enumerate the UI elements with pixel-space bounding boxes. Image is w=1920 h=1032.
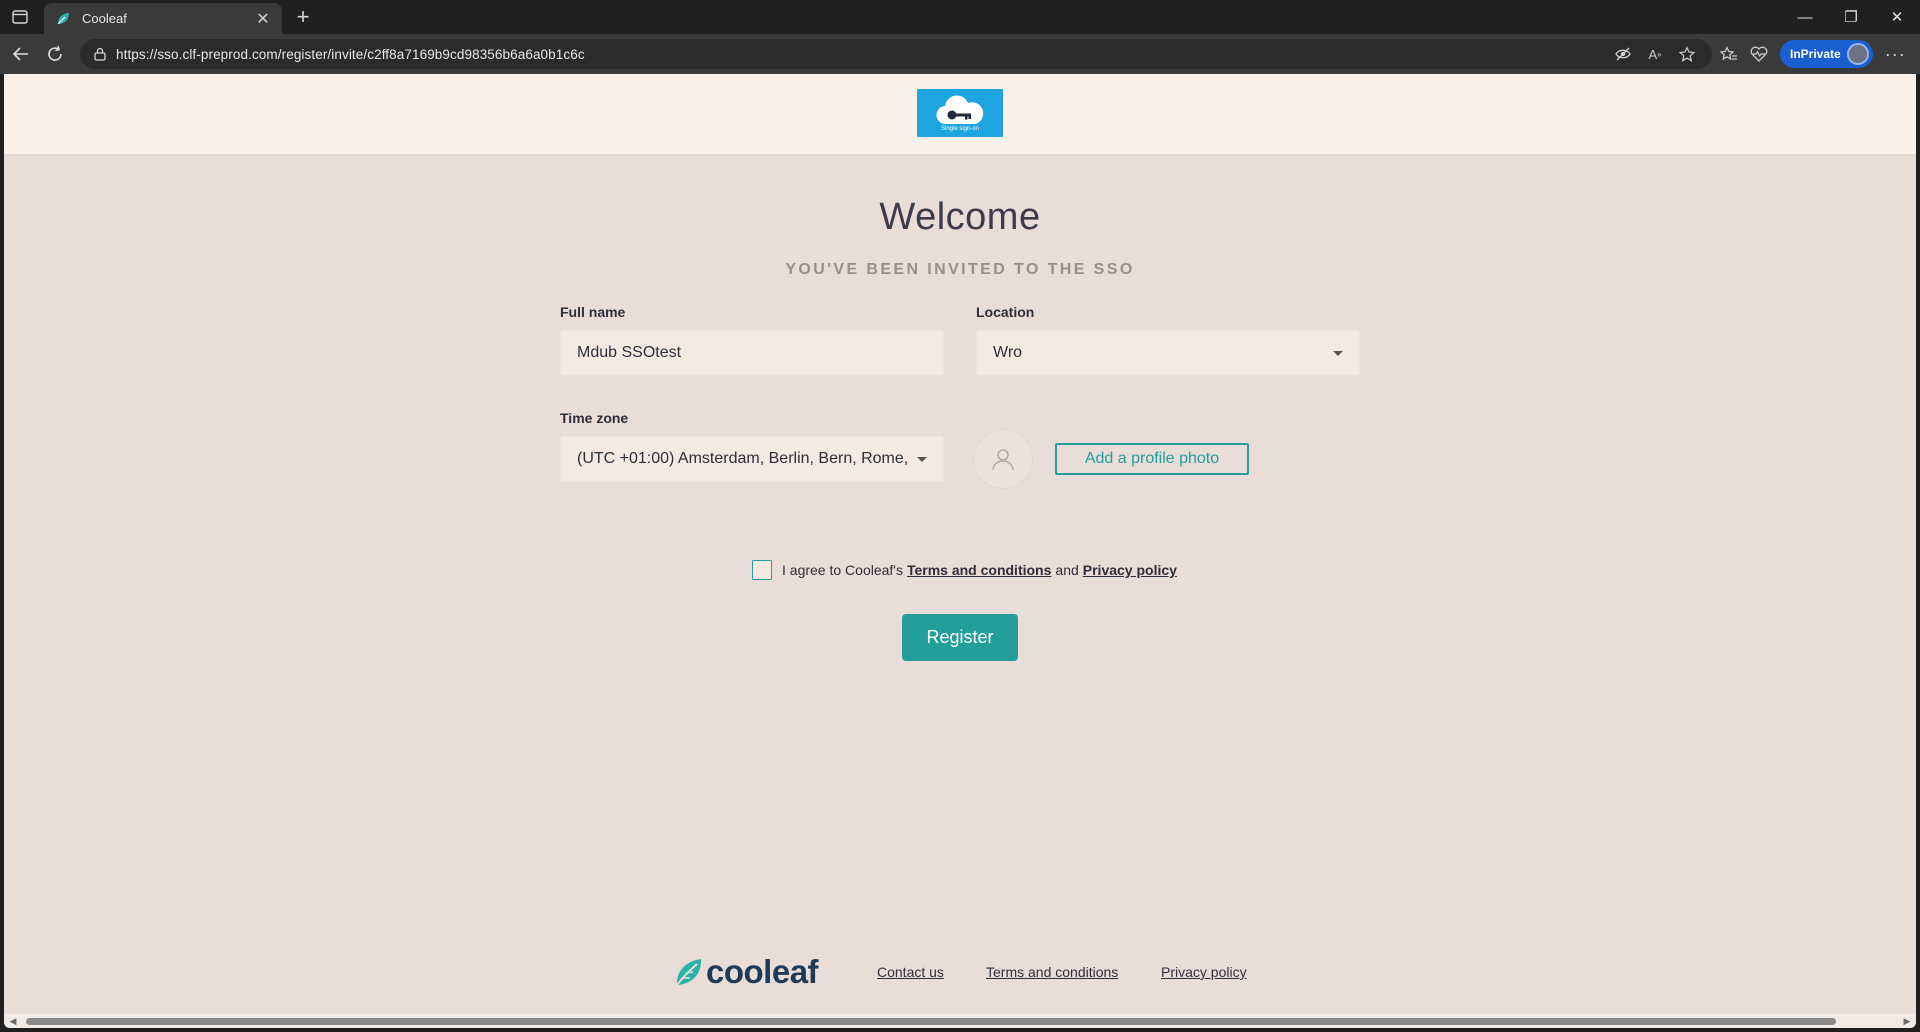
- terms-agreement-row: I agree to Cooleaf's Terms and condition…: [752, 558, 1177, 582]
- browser-tab-cooleaf[interactable]: Cooleaf ✕: [44, 3, 282, 34]
- read-aloud-icon[interactable]: A»: [1646, 45, 1664, 63]
- terms-checkbox[interactable]: [752, 560, 772, 580]
- site-header: Single sign-on: [4, 74, 1916, 154]
- inprivate-label: InPrivate: [1790, 47, 1841, 61]
- scroll-right-icon[interactable]: ▶: [1902, 1016, 1912, 1026]
- cooleaf-leaf-icon: [676, 959, 702, 986]
- scrollbar-thumb[interactable]: [26, 1018, 1836, 1025]
- url-text[interactable]: https://sso.clf-preprod.com/register/inv…: [116, 47, 585, 62]
- new-tab-button[interactable]: +: [290, 4, 316, 30]
- favorite-star-icon[interactable]: [1678, 45, 1696, 63]
- footer-terms-link[interactable]: Terms and conditions: [986, 964, 1118, 980]
- tab-actions-icon[interactable]: [8, 6, 32, 28]
- footer-contact-link[interactable]: Contact us: [877, 964, 944, 980]
- page-viewport: Single sign-on Welcome YOU'VE BEEN INVIT…: [4, 74, 1916, 1028]
- full-name-label: Full name: [560, 304, 626, 320]
- profile-photo-placeholder[interactable]: [973, 429, 1033, 489]
- user-icon: [992, 449, 1014, 471]
- terms-link[interactable]: Terms and conditions: [907, 562, 1051, 578]
- address-toolbar: https://sso.clf-preprod.com/register/inv…: [0, 34, 1920, 74]
- minimize-button[interactable]: —: [1782, 0, 1828, 34]
- tab-close-icon[interactable]: ✕: [254, 9, 272, 29]
- restore-button[interactable]: ❐: [1828, 0, 1874, 34]
- url-bar-icons: A»: [1614, 39, 1696, 69]
- window-controls: — ❐ ✕: [1782, 0, 1920, 34]
- add-profile-photo-button[interactable]: Add a profile photo: [1055, 443, 1249, 475]
- footer-brand-text: cooleaf: [706, 953, 819, 990]
- profile-avatar-icon: [1846, 43, 1869, 65]
- cooleaf-footer-logo[interactable]: cooleaf: [674, 953, 819, 990]
- page-subtitle: YOU'VE BEEN INVITED TO THE SSO: [785, 261, 1135, 278]
- toolbar-right: InPrivate ···: [1720, 39, 1906, 69]
- agree-and-text: and: [1055, 562, 1079, 578]
- register-button[interactable]: Register: [902, 614, 1018, 661]
- agree-prefix-text: I agree to Cooleaf's: [782, 562, 903, 578]
- cooleaf-favicon-icon: [54, 10, 72, 28]
- location-label: Location: [976, 304, 1035, 320]
- horizontal-scrollbar[interactable]: ◀ ▶: [4, 1014, 1916, 1028]
- tracking-prevention-icon[interactable]: [1614, 45, 1632, 63]
- location-select[interactable]: Wro: [976, 330, 1360, 376]
- inprivate-button[interactable]: InPrivate: [1780, 40, 1873, 68]
- chevron-down-icon: [917, 456, 927, 462]
- favorites-icon[interactable]: [1720, 45, 1738, 63]
- refresh-icon[interactable]: [42, 42, 68, 66]
- chevron-down-icon: [1333, 350, 1343, 356]
- timezone-select[interactable]: (UTC +01:00) Amsterdam, Berlin, Bern, Ro…: [560, 436, 944, 482]
- browser-essentials-icon[interactable]: [1750, 45, 1768, 63]
- tab-title: Cooleaf: [82, 11, 127, 26]
- location-value: Wro: [993, 344, 1023, 361]
- close-window-button[interactable]: ✕: [1874, 0, 1920, 34]
- footer-privacy-link[interactable]: Privacy policy: [1161, 964, 1247, 980]
- sso-logo-text: Single sign-on: [940, 126, 980, 132]
- cloud-key-icon: [936, 95, 984, 125]
- scroll-left-icon[interactable]: ◀: [8, 1016, 18, 1026]
- lock-icon[interactable]: [92, 46, 108, 62]
- back-arrow-icon[interactable]: [8, 42, 34, 66]
- address-bar[interactable]: https://sso.clf-preprod.com/register/inv…: [80, 39, 1712, 69]
- timezone-value: (UTC +01:00) Amsterdam, Berlin, Bern, Ro…: [577, 450, 909, 467]
- browser-tab-bar: Cooleaf ✕ + — ❐ ✕: [0, 0, 1920, 34]
- timezone-label: Time zone: [560, 410, 629, 426]
- page-title: Welcome: [879, 196, 1041, 238]
- more-menu-icon[interactable]: ···: [1885, 44, 1906, 65]
- full-name-input[interactable]: [560, 330, 944, 376]
- sso-logo[interactable]: Single sign-on: [917, 89, 1003, 137]
- privacy-link[interactable]: Privacy policy: [1083, 562, 1177, 578]
